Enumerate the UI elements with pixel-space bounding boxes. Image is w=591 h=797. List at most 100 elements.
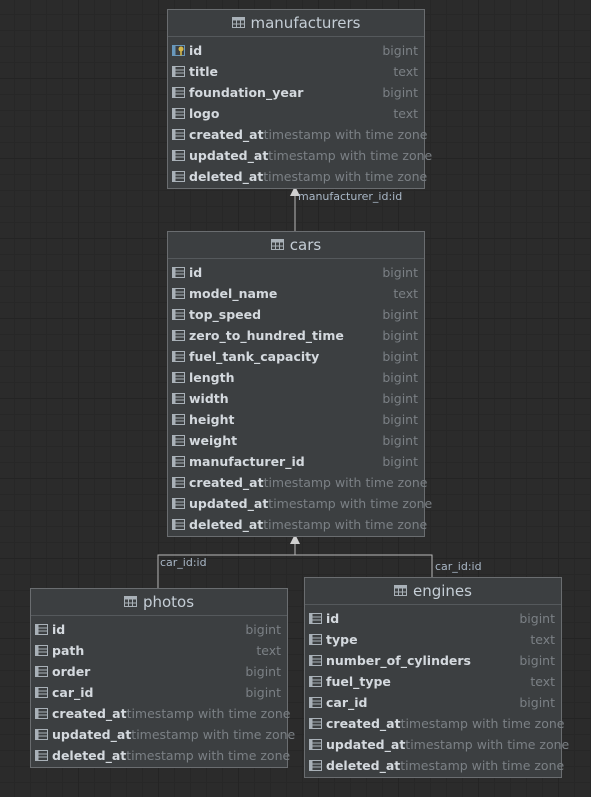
column-name: manufacturer_id [189,454,305,469]
column-type: bigint [245,664,281,679]
column-row-deleted-at[interactable]: deleted_at timestamp with time zone [168,514,427,535]
column-name: created_at [52,706,127,721]
column-name: width [189,391,229,406]
column-row-created-at[interactable]: created_at timestamp with time zone [168,472,428,493]
column-type: text [530,674,555,689]
edge-label-engines: car_id:id [435,560,482,573]
column-name: number_of_cylinders [326,653,471,668]
column-name: length [189,370,235,385]
table-title: engines [413,582,472,600]
column-row-zero-to-hundred-time[interactable]: zero_to_hundred_time bigint [168,325,424,346]
column-name: logo [189,106,220,121]
table-header-engines[interactable]: engines [305,578,561,605]
column-row-deleted-at[interactable]: deleted_at timestamp with time zone [31,745,290,766]
table-icon [394,582,407,600]
column-icon [35,623,48,636]
column-name: updated_at [326,737,406,752]
column-row-manufacturer-id[interactable]: manufacturer_id bigint [168,451,424,472]
column-row-updated-at[interactable]: updated_at timestamp with time zone [168,493,432,514]
column-row-logo[interactable]: logo text [168,103,424,124]
column-type: bigint [519,695,555,710]
column-icon [172,434,185,447]
column-name: car_id [52,685,94,700]
column-type: text [393,64,418,79]
column-type: timestamp with time zone [268,148,433,163]
column-name: updated_at [52,727,132,742]
table-title: manufacturers [250,14,361,32]
column-row-car-id[interactable]: car_id bigint [305,692,561,713]
column-type: timestamp with time zone [405,737,570,752]
column-name: car_id [326,695,368,710]
column-row-height[interactable]: height bigint [168,409,424,430]
column-row-updated-at[interactable]: updated_at timestamp with time zone [305,734,569,755]
column-name: updated_at [189,496,269,511]
column-icon [35,749,48,762]
column-type: text [256,643,281,658]
column-row-created-at[interactable]: created_at timestamp with time zone [31,703,291,724]
column-type: bigint [382,328,418,343]
column-row-id[interactable]: id bigint [305,608,561,629]
table-header-photos[interactable]: photos [31,589,287,616]
column-row-car-id[interactable]: car_id bigint [31,682,287,703]
column-type: timestamp with time zone [131,727,296,742]
table-engines[interactable]: engines id bigint type text number_of_cylinde… [304,577,569,778]
column-icon [172,170,185,183]
column-row-number-of-cylinders[interactable]: number_of_cylinders bigint [305,650,561,671]
column-name: id [189,265,203,280]
column-name: zero_to_hundred_time [189,328,344,343]
column-type: text [393,286,418,301]
table-manufacturers[interactable]: manufacturers id bigint title text foundation… [167,9,432,189]
column-name: top_speed [189,307,262,322]
column-row-order[interactable]: order bigint [31,661,287,682]
column-icon [172,308,185,321]
column-name: deleted_at [189,517,264,532]
column-row-deleted-at[interactable]: deleted_at timestamp with time zone [305,755,564,776]
column-icon [309,717,322,730]
column-row-foundation-year[interactable]: foundation_year bigint [168,82,424,103]
column-row-width[interactable]: width bigint [168,388,424,409]
column-row-weight[interactable]: weight bigint [168,430,424,451]
table-header-manufacturers[interactable]: manufacturers [168,10,424,37]
column-type: bigint [245,622,281,637]
column-icon [172,371,185,384]
column-row-deleted-at[interactable]: deleted_at timestamp with time zone [168,166,427,187]
column-row-id[interactable]: id bigint [31,619,287,640]
column-row-length[interactable]: length bigint [168,367,424,388]
edge-engines-cars [295,554,433,578]
table-icon [270,236,284,254]
column-row-fuel-type[interactable]: fuel_type text [305,671,561,692]
column-row-top-speed[interactable]: top_speed bigint [168,304,424,325]
column-icon [172,497,185,510]
column-icon [172,149,185,162]
column-row-created-at[interactable]: created_at timestamp with time zone [168,124,428,145]
column-icon [172,266,185,279]
column-row-id[interactable]: id bigint [168,262,424,283]
column-icon [309,633,322,646]
column-row-type[interactable]: type text [305,629,561,650]
column-row-updated-at[interactable]: updated_at timestamp with time zone [31,724,295,745]
column-icon [172,65,185,78]
column-icon [172,518,185,531]
table-header-cars[interactable]: cars [168,232,424,259]
column-name: type [326,632,358,647]
column-name: created_at [189,127,264,142]
column-row-created-at[interactable]: created_at timestamp with time zone [305,713,565,734]
column-icon [35,644,48,657]
column-row-path[interactable]: path text [31,640,287,661]
column-type: bigint [382,454,418,469]
column-name: fuel_type [326,674,391,689]
column-row-fuel-tank-capacity[interactable]: fuel_tank_capacity bigint [168,346,424,367]
table-cars[interactable]: cars id bigint model_name text top_speed bigin… [167,231,432,537]
column-name: path [52,643,85,658]
column-row-title[interactable]: title text [168,61,424,82]
column-name: weight [189,433,238,448]
column-row-updated-at[interactable]: updated_at timestamp with time zone [168,145,432,166]
column-name: height [189,412,235,427]
column-icon [172,86,185,99]
table-photos[interactable]: photos id bigint path text order bigint car_id b… [30,588,295,768]
column-icon [309,696,322,709]
column-row-model-name[interactable]: model_name text [168,283,424,304]
column-row-id[interactable]: id bigint [168,40,424,61]
column-icon [172,455,185,468]
table-icon [231,14,245,32]
